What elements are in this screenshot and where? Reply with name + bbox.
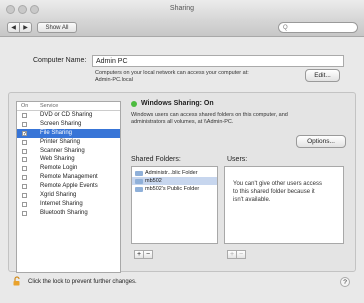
service-row[interactable]: Printer Sharing: [17, 138, 120, 147]
shared-folders-list: Administr...blic Folder mb502 mb502's Publ…: [131, 166, 218, 244]
shared-folder-row[interactable]: Administr...blic Folder: [132, 169, 217, 177]
show-all-button[interactable]: Show All: [37, 22, 77, 33]
service-label: Scanner Sharing: [40, 147, 85, 154]
column-header-on: On: [21, 103, 29, 109]
status-title: Windows Sharing: On: [141, 100, 214, 107]
service-row[interactable]: DVD or CD Sharing: [17, 111, 120, 120]
back-arrow-icon: ◀: [11, 25, 16, 31]
service-label: Web Sharing: [40, 156, 75, 163]
shared-folder-row[interactable]: mb502's Public Folder: [132, 185, 217, 193]
service-row[interactable]: Remote Management: [17, 173, 120, 182]
service-checkbox[interactable]: [22, 184, 27, 190]
shared-folder-row[interactable]: mb502: [132, 177, 217, 185]
lock-icon[interactable]: [12, 276, 22, 286]
service-checkbox[interactable]: [22, 166, 27, 172]
service-row[interactable]: Scanner Sharing: [17, 147, 120, 156]
service-checkbox[interactable]: [22, 113, 27, 118]
service-checkbox[interactable]: [22, 148, 27, 154]
status-desc-line2: administrators all volumes, at \\Admin-P…: [131, 119, 234, 125]
service-label: Remote Apple Events: [40, 183, 98, 190]
title-bar: Sharing: [0, 0, 364, 20]
column-header-service: Service: [40, 103, 59, 109]
service-checkbox[interactable]: [22, 157, 27, 163]
service-checkbox[interactable]: [22, 201, 27, 207]
status-desc-line1: Windows users can access shared folders …: [131, 112, 288, 118]
toolbar: ◀ ▶ Show All Q: [0, 20, 364, 37]
service-label: DVD or CD Sharing: [40, 112, 93, 118]
remove-user-button[interactable]: −: [236, 250, 246, 259]
service-label: Remote Login: [40, 165, 78, 172]
service-row[interactable]: Remote Login: [17, 164, 120, 173]
service-checkbox[interactable]: [22, 121, 27, 127]
window-title: Sharing: [169, 5, 195, 12]
forward-arrow-icon: ▶: [23, 25, 28, 31]
users-message-line2: to this shared folder because it: [233, 189, 315, 195]
computer-name-note-line1: Computers on your local network can acce…: [95, 70, 249, 76]
service-row[interactable]: Internet Sharing: [17, 200, 120, 209]
service-row[interactable]: Remote Apple Events: [17, 182, 120, 191]
users-label: Users:: [227, 156, 248, 163]
shared-folder-label: mb502's Public Folder: [145, 186, 200, 192]
service-row[interactable]: Xgrid Sharing: [17, 191, 120, 200]
lock-text: Click the lock to prevent further change…: [28, 279, 137, 285]
search-input[interactable]: Q: [278, 22, 358, 33]
service-label: Bluetooth Sharing: [40, 209, 88, 216]
service-checkbox[interactable]: [22, 210, 27, 216]
service-checkbox[interactable]: [22, 139, 27, 145]
shared-folders-label: Shared Folders:: [131, 156, 181, 163]
service-checkbox[interactable]: [22, 175, 27, 181]
service-label: Internet Sharing: [40, 200, 83, 207]
services-list-header: On Service: [17, 102, 120, 111]
remove-shared-folder-button[interactable]: −: [143, 250, 153, 259]
service-label: Screen Sharing: [40, 120, 82, 127]
service-row[interactable]: ✓ File Sharing: [17, 128, 120, 138]
computer-name-note-line2: Admin-PC.local: [95, 77, 133, 83]
service-label: Remote Management: [40, 174, 98, 181]
computer-name-label: Computer Name:: [33, 57, 87, 64]
forward-button[interactable]: ▶: [19, 22, 32, 33]
service-label: Xgrid Sharing: [40, 192, 77, 199]
help-button[interactable]: ?: [340, 277, 350, 287]
users-list: You can't give other users access to thi…: [224, 166, 344, 244]
service-row[interactable]: Screen Sharing: [17, 120, 120, 129]
service-checkbox[interactable]: [22, 193, 27, 199]
folder-icon: [135, 171, 143, 176]
service-row[interactable]: Bluetooth Sharing: [17, 209, 120, 218]
folder-icon: [135, 187, 143, 192]
folder-icon: [135, 179, 143, 184]
service-checkbox[interactable]: ✓: [22, 130, 27, 136]
services-list: On Service DVD or CD Sharing Screen Shari…: [16, 101, 121, 273]
edit-button[interactable]: Edit...: [305, 69, 340, 82]
status-indicator-icon: [131, 101, 137, 107]
service-label: Printer Sharing: [40, 138, 81, 145]
service-label: File Sharing: [40, 129, 73, 136]
shared-folder-label: Administr...blic Folder: [145, 170, 198, 176]
computer-name-field[interactable]: Admin PC: [92, 55, 344, 67]
users-message-line3: isn't available.: [233, 197, 271, 203]
shared-folder-label: mb502: [145, 178, 162, 184]
options-button[interactable]: Options...: [296, 135, 346, 148]
service-row[interactable]: Web Sharing: [17, 155, 120, 164]
users-message-line1: You can't give other users access: [233, 181, 322, 187]
